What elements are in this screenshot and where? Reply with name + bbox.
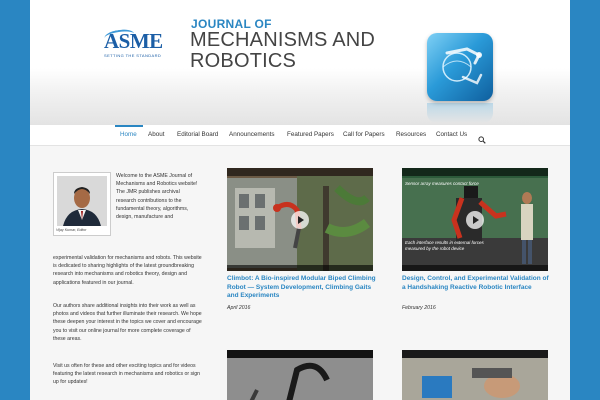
video-controls[interactable] [402,265,548,271]
nav-active-indicator [115,125,143,127]
video-top-bar [227,350,373,358]
site-header: ASME SETTING THE STANDARD JOURNAL OF MEC… [30,0,570,124]
nav-item-contact-us[interactable]: Contact Us [436,131,467,138]
page: ASME SETTING THE STANDARD JOURNAL OF MEC… [30,0,570,400]
card-title-climbot[interactable]: Climbot: A Bio-inspired Modular Biped Cl… [227,275,377,301]
journal-title: MECHANISMS AND ROBOTICS [190,29,376,72]
card-date-handshake: February 2016 [402,305,436,311]
welcome-text: Welcome to the ASME Journal of Mechanism… [116,173,198,221]
welcome-text-continued: experimental validation for mechanisms a… [53,255,202,286]
insights-paragraph: Our authors share additional insights in… [53,303,202,342]
card-title-handshake[interactable]: Design, Control, and Experimental Valida… [402,275,552,292]
nav-item-home[interactable]: Home [120,131,137,138]
editor-photo [57,176,107,226]
nav-item-featured-papers[interactable]: Featured Papers [287,131,334,138]
video-top-bar [227,168,373,176]
nav-item-call-for-papers[interactable]: Call for Papers [343,131,385,138]
logo-tagline: SETTING THE STANDARD [104,53,162,58]
video-thumbnail-4[interactable] [402,350,548,400]
video-caption-top: Sensor array measures contact force [405,181,479,186]
nav-item-announcements[interactable]: Announcements [229,131,275,138]
video-thumbnail-handshake[interactable]: Sensor array measures contact force Each… [402,168,548,271]
nav-item-resources[interactable]: Resources [396,131,426,138]
video-top-bar [402,168,548,176]
asme-logo[interactable]: ASME SETTING THE STANDARD [103,27,166,66]
play-icon[interactable] [466,211,484,229]
nav-item-editorial-board[interactable]: Editorial Board [177,131,218,138]
nav-item-about[interactable]: About [148,131,164,138]
video-thumbnail-3[interactable] [227,350,373,400]
hero-reflection [427,103,493,123]
play-icon[interactable] [291,211,309,229]
video-caption-bottom: Each interface results in external force… [405,240,484,251]
editor-portrait: Vijay Kumar, Editor [53,172,111,236]
card-date-climbot: April 2016 [227,305,251,311]
video-thumbnail-climbot[interactable] [227,168,373,271]
search-icon[interactable] [478,131,486,144]
visit-paragraph: Visit us often for these and other excit… [53,363,201,386]
video-controls[interactable] [227,265,373,271]
main-nav: Home About Editorial Board Announcements… [30,124,570,146]
journal-hero-icon [427,33,493,101]
video-top-bar [402,350,548,358]
portrait-caption: Vijay Kumar, Editor [56,228,87,232]
